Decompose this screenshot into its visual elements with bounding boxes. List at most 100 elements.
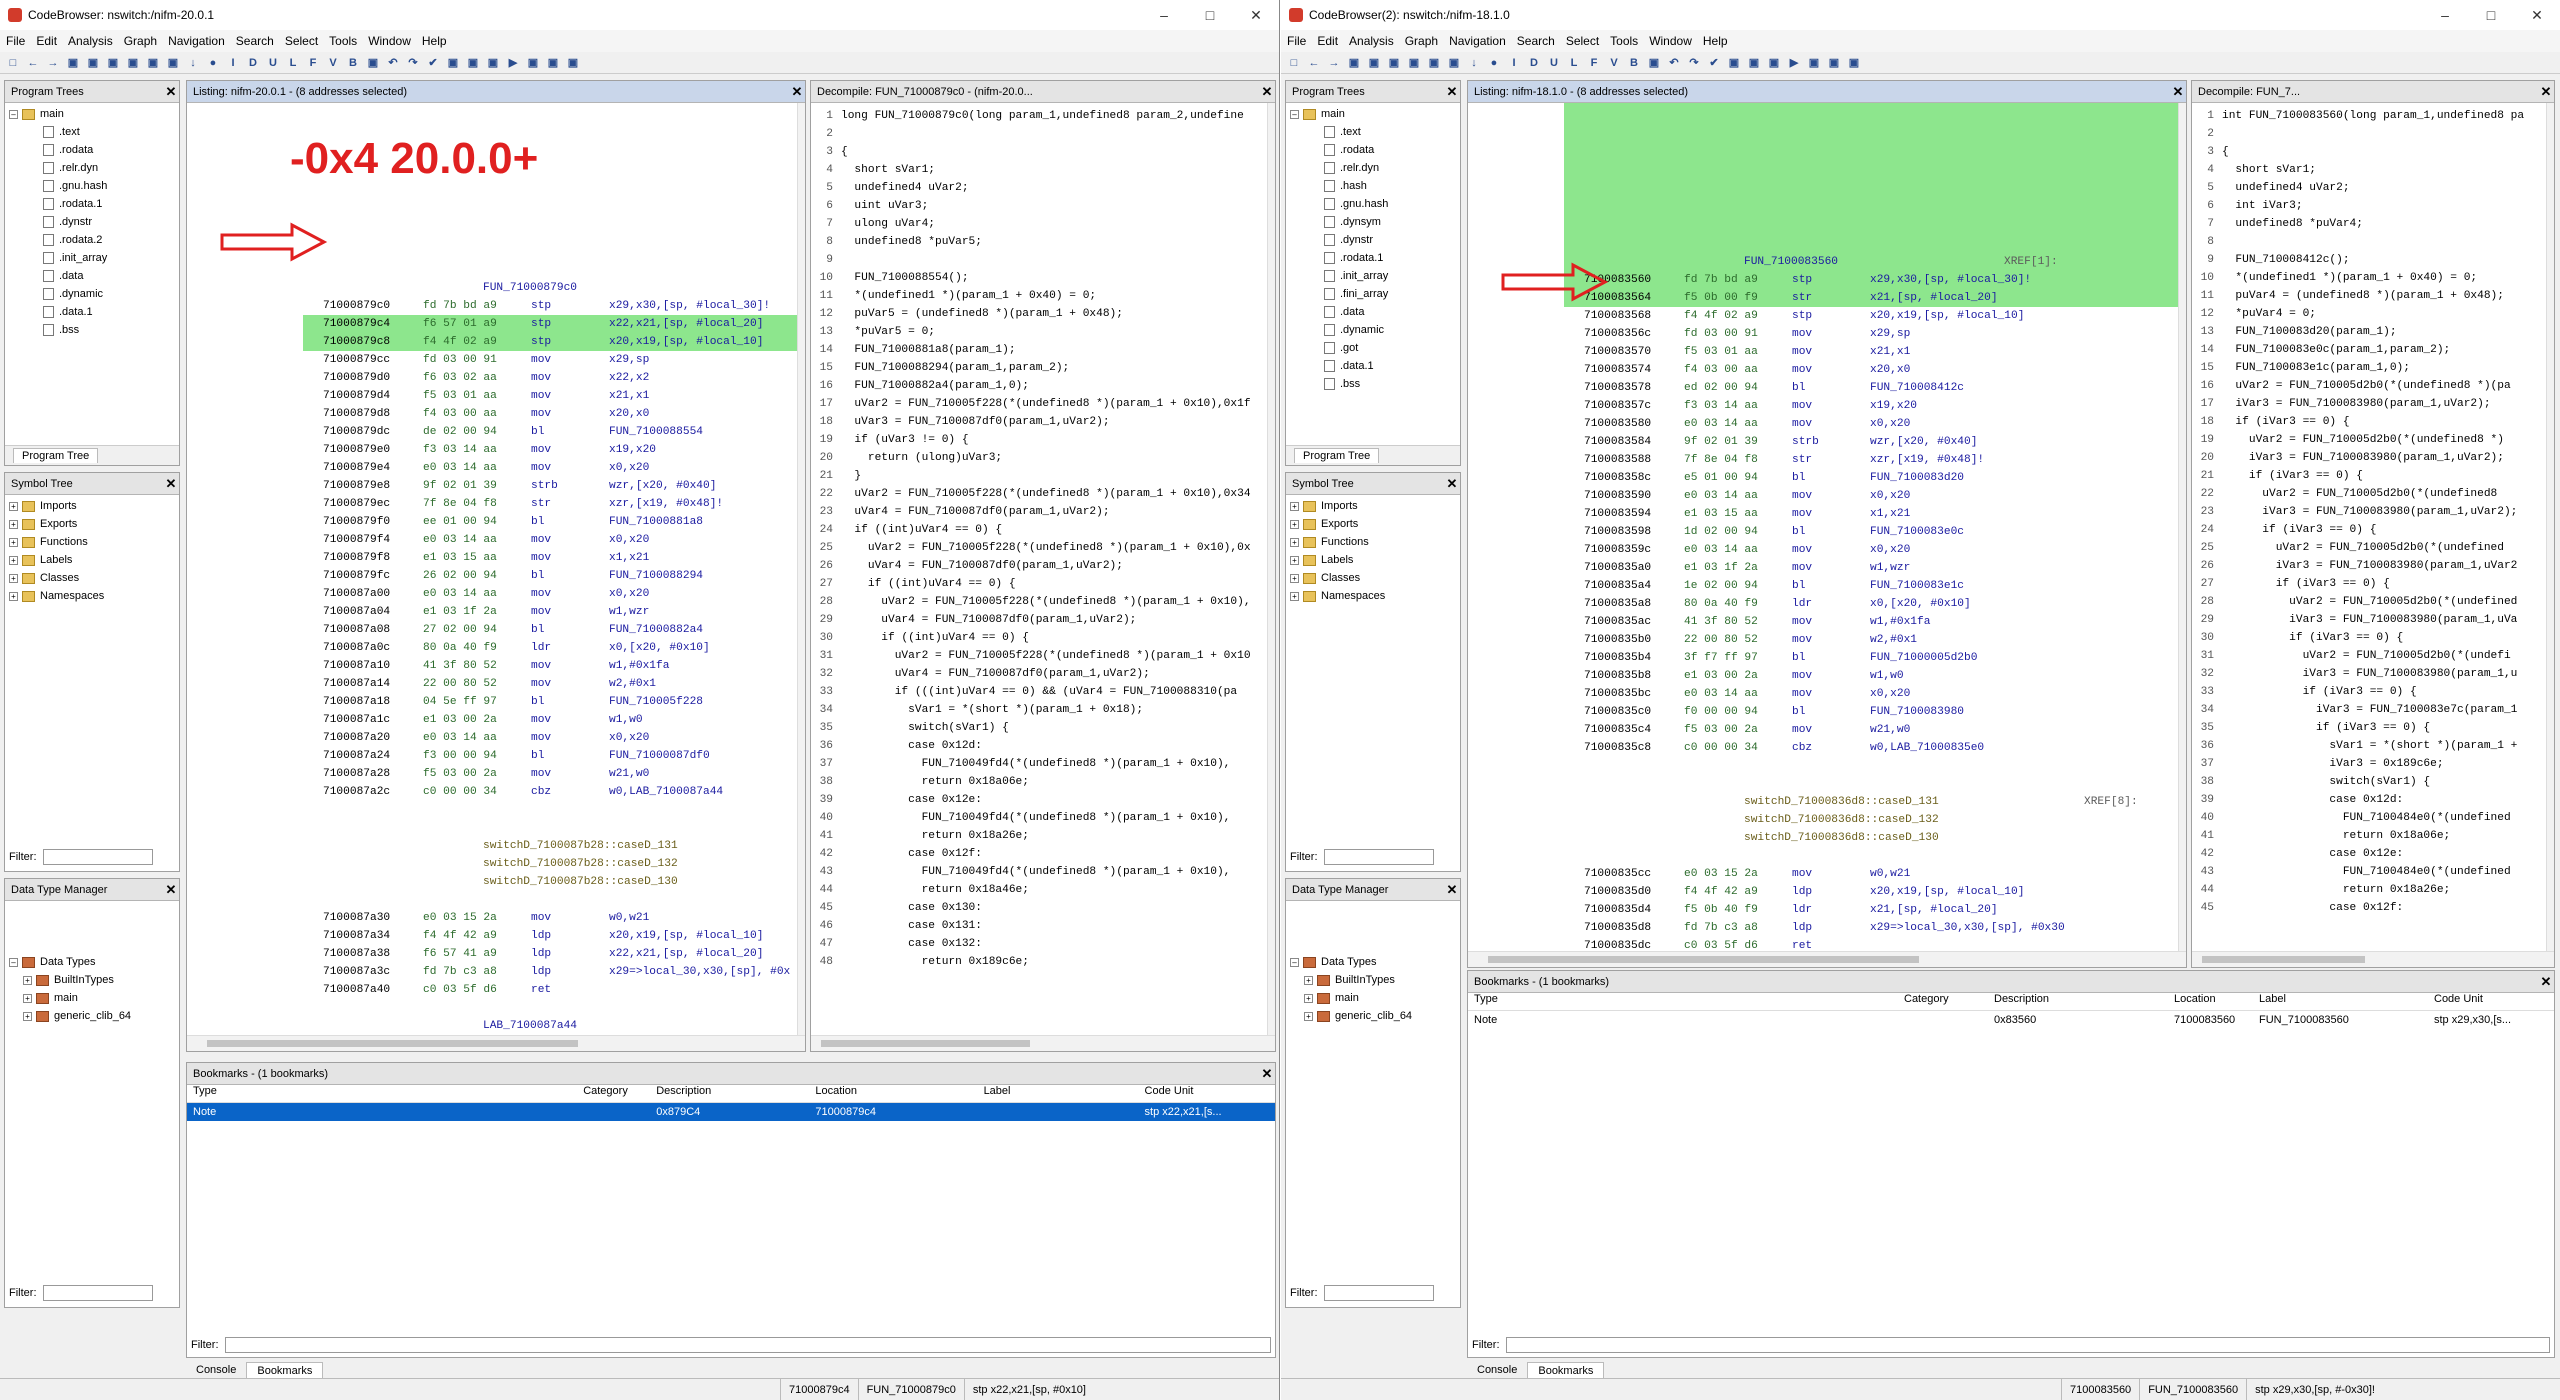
tab-program-tree[interactable]: Program Tree (1294, 448, 1380, 463)
expand-icon[interactable]: + (9, 573, 18, 583)
listing-row[interactable]: 71000879f0 ee 01 00 94 bl FUN_71000881a8 (187, 513, 797, 531)
symbol-tree-item[interactable]: + Imports (1290, 497, 1456, 515)
listing-row[interactable]: FUN_71000879c0 (187, 279, 797, 297)
tree-item[interactable]: .gnu.hash (1290, 195, 1456, 213)
tree-item[interactable]: .init_array (9, 249, 175, 267)
decompile-line[interactable]: 27 if ((int)uVar4 == 0) { (811, 575, 1267, 593)
tree-item[interactable]: .text (9, 123, 175, 141)
toolbar-tool-icon[interactable]: ▣ (1647, 56, 1661, 70)
toolbar-tool-icon[interactable]: L (1567, 56, 1581, 70)
decompile-line[interactable]: 9 (811, 251, 1267, 269)
expand-icon[interactable]: – (9, 957, 18, 967)
listing-row[interactable] (187, 891, 797, 909)
listing-row[interactable]: 7100087a3c fd 7b c3 a8 ldp x29=>local_30,x3… (187, 963, 797, 981)
column-header[interactable]: Description (1988, 993, 2168, 1010)
listing-horizontal-scrollbar[interactable] (187, 1035, 805, 1051)
decompile-line[interactable]: 47 case 0x132: (811, 935, 1267, 953)
column-header[interactable]: Location (809, 1085, 977, 1102)
tree-item[interactable]: .bss (1290, 375, 1456, 393)
listing-row[interactable]: 71000835cc e0 03 15 2a mov w0,w21 (1468, 865, 2178, 883)
listing-row[interactable]: 71000879e8 9f 02 01 39 strb wzr,[x20, #0x40… (187, 477, 797, 495)
symbol-tree-item[interactable]: + Exports (9, 515, 175, 533)
close-window-button[interactable]: ✕ (1233, 7, 1279, 24)
listing-row[interactable]: 7100087a30 e0 03 15 2a mov w0,w21 (187, 909, 797, 927)
listing-vertical-scrollbar[interactable] (2178, 103, 2186, 951)
decompile-line[interactable]: 43 FUN_710049fd4(*(undefined8 *)(param_1… (811, 863, 1267, 881)
toolbar-tool-icon[interactable]: L (286, 56, 300, 70)
listing-row[interactable]: 710008358c e5 01 00 94 bl FUN_7100083d20 (1468, 469, 2178, 487)
decompile-line[interactable]: 33 if (((int)uVar4 == 0) && (uVar4 = FUN… (811, 683, 1267, 701)
toolbar-tool-icon[interactable]: ▣ (1747, 56, 1761, 70)
decompile-line[interactable]: 21 if (iVar3 == 0) { (2192, 467, 2546, 485)
decompile-line[interactable]: 21 } (811, 467, 1267, 485)
decompile-line[interactable]: 37 iVar3 = 0x189c6e; (2192, 755, 2546, 773)
decompile-line[interactable]: 40 FUN_7100484e0(*(undefined (2192, 809, 2546, 827)
tree-item[interactable]: .relr.dyn (9, 159, 175, 177)
listing-row[interactable]: 7100087a0c 80 0a 40 f9 ldr x0,[x20, #0x10] (187, 639, 797, 657)
tree-item[interactable]: .rodata.1 (9, 195, 175, 213)
listing-row[interactable]: 71000835bc e0 03 14 aa mov x0,x20 (1468, 685, 2178, 703)
symbol-tree-item[interactable]: + Functions (1290, 533, 1456, 551)
decompile-line[interactable]: 5 undefined4 uVar2; (2192, 179, 2546, 197)
decompile-line[interactable]: 44 return 0x18a26e; (2192, 881, 2546, 899)
decompile-line[interactable]: 36 case 0x12d: (811, 737, 1267, 755)
tree-item[interactable]: .rodata (1290, 141, 1456, 159)
listing-row[interactable]: 71000835c4 f5 03 00 2a mov w21,w0 (1468, 721, 2178, 739)
listing-row[interactable]: 71000879e4 e0 03 14 aa mov x0,x20 (187, 459, 797, 477)
listing-row[interactable]: 7100087a14 22 00 80 52 mov w2,#0x1 (187, 675, 797, 693)
listing-row[interactable]: 71000835c0 f0 00 00 94 bl FUN_7100083980 (1468, 703, 2178, 721)
decompile-line[interactable]: 8 undefined8 *puVar5; (811, 233, 1267, 251)
tree-item[interactable]: .rodata (9, 141, 175, 159)
column-header[interactable]: Type (187, 1085, 577, 1102)
decompile-vertical-scrollbar[interactable] (2546, 103, 2554, 951)
menu-help[interactable]: Help (1703, 34, 1728, 48)
decompile-line[interactable]: 1 int FUN_7100083560(long param_1,undefin… (2192, 107, 2546, 125)
toolbar-tool-icon[interactable]: → (1327, 56, 1341, 70)
listing-row[interactable]: 71000879d8 f4 03 00 aa mov x20,x0 (187, 405, 797, 423)
expand-icon[interactable]: + (9, 555, 18, 565)
listing-row[interactable]: 7100087a2c c0 00 00 34 cbz w0,LAB_7100087a4… (187, 783, 797, 801)
bookmark-row[interactable]: Note 0x879C4 71000879c4 stp x22,x21,[s... (187, 1103, 1275, 1121)
data-type-item[interactable]: + main (1290, 989, 1456, 1007)
toolbar-tool-icon[interactable]: ▶ (506, 56, 520, 70)
toolbar-tool-icon[interactable]: ↓ (186, 56, 200, 70)
decompile-line[interactable]: 14 FUN_71000881a8(param_1); (811, 341, 1267, 359)
expand-icon[interactable]: – (1290, 109, 1299, 119)
menu-graph[interactable]: Graph (124, 34, 157, 48)
listing-row[interactable]: 71000879f8 e1 03 15 aa mov x1,x21 (187, 549, 797, 567)
toolbar-tool-icon[interactable]: ▣ (1727, 56, 1741, 70)
listing-row[interactable]: 7100083598 1d 02 00 94 bl FUN_7100083e0c (1468, 523, 2178, 541)
decompile-line[interactable]: 45 case 0x12f: (2192, 899, 2546, 917)
expand-icon[interactable]: + (23, 993, 32, 1003)
filter-input[interactable] (1323, 849, 1434, 865)
expand-icon[interactable]: + (1304, 1011, 1313, 1021)
scrollbar-thumb[interactable] (1488, 956, 1919, 963)
symbol-tree-item[interactable]: + Classes (9, 569, 175, 587)
toolbar-tool-icon[interactable]: D (1527, 56, 1541, 70)
toolbar-tool-icon[interactable]: ▣ (126, 56, 140, 70)
decompile-line[interactable]: 14 FUN_7100083e0c(param_1,param_2); (2192, 341, 2546, 359)
toolbar-tool-icon[interactable]: ↷ (1687, 56, 1701, 70)
menu-edit[interactable]: Edit (36, 34, 57, 48)
listing-row[interactable]: 7100087a18 04 5e ff 97 bl FUN_710005f228 (187, 693, 797, 711)
listing-row[interactable]: switchD_7100087b28::caseD_131 (187, 837, 797, 855)
filter-input[interactable] (1323, 1285, 1434, 1301)
listing-vertical-scrollbar[interactable] (797, 103, 805, 1035)
close-icon[interactable]: ✕ (789, 84, 805, 100)
tree-item[interactable]: .dynamic (9, 285, 175, 303)
decompile-line[interactable]: 30 if (iVar3 == 0) { (2192, 629, 2546, 647)
decompile-line[interactable]: 29 iVar3 = FUN_7100083980(param_1,uVa (2192, 611, 2546, 629)
decompile-line[interactable]: 41 return 0x18a06e; (2192, 827, 2546, 845)
data-type-item[interactable]: + BuiltInTypes (9, 971, 175, 989)
listing-row[interactable]: 7100087a00 e0 03 14 aa mov x0,x20 (187, 585, 797, 603)
minimize-button[interactable]: – (2422, 7, 2468, 24)
minimize-button[interactable]: – (1141, 7, 1187, 24)
tree-item[interactable]: .fini_array (1290, 285, 1456, 303)
listing-row[interactable]: 71000835d4 f5 0b 40 f9 ldr x21,[sp, #local_… (1468, 901, 2178, 919)
toolbar-tool-icon[interactable]: V (1607, 56, 1621, 70)
tree-root[interactable]: – main (9, 105, 175, 123)
decompile-line[interactable]: 6 uint uVar3; (811, 197, 1267, 215)
decompile-line[interactable]: 32 iVar3 = FUN_7100083980(param_1,u (2192, 665, 2546, 683)
tab-program-tree[interactable]: Program Tree (13, 448, 99, 463)
listing-row[interactable]: 71000879cc fd 03 00 91 mov x29,sp (187, 351, 797, 369)
